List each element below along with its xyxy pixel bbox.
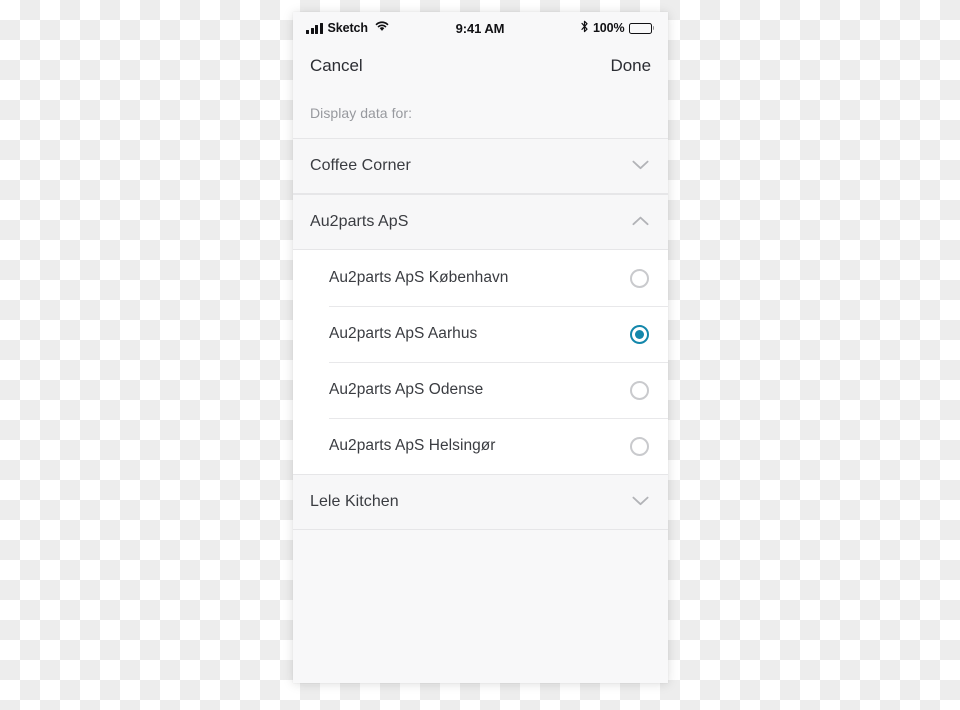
radio-button[interactable] — [630, 436, 649, 456]
list-item[interactable]: Au2parts ApS København — [293, 250, 668, 306]
canvas: Sketch 9:41 AM 100% Cancel Done Display … — [0, 0, 960, 710]
list-item[interactable]: Au2parts ApS Aarhus — [293, 306, 668, 362]
done-button[interactable]: Done — [611, 56, 652, 76]
group-label: Lele Kitchen — [310, 493, 399, 510]
radio-button-selected[interactable] — [630, 324, 649, 344]
suboption-label: Au2parts ApS Helsingør — [329, 437, 496, 454]
organization-list: Coffee Corner Au2parts ApS Au2parts ApS … — [293, 138, 668, 683]
bluetooth-icon — [580, 20, 589, 36]
chevron-down-icon[interactable] — [632, 157, 649, 175]
chevron-down-icon[interactable] — [632, 493, 649, 511]
suboption-label: Au2parts ApS Aarhus — [329, 325, 478, 342]
group-row-lele-kitchen[interactable]: Lele Kitchen — [293, 474, 668, 530]
battery-percent-label: 100% — [592, 21, 625, 35]
list-item[interactable]: Au2parts ApS Helsingør — [293, 418, 668, 474]
signal-bars-icon — [306, 22, 323, 34]
phone-screen: Sketch 9:41 AM 100% Cancel Done Display … — [293, 12, 668, 683]
group-row-au2parts-aps[interactable]: Au2parts ApS — [293, 194, 668, 250]
group-label: Au2parts ApS — [310, 213, 409, 230]
subtitle-row: Display data for: — [293, 88, 668, 138]
status-bar-left: Sketch — [306, 21, 456, 35]
group-label: Coffee Corner — [310, 157, 411, 174]
status-bar-right: 100% — [504, 20, 655, 36]
nav-bar: Cancel Done — [293, 44, 668, 88]
list-item[interactable]: Au2parts ApS Odense — [293, 362, 668, 418]
suboption-label: Au2parts ApS Odense — [329, 381, 484, 398]
cancel-button[interactable]: Cancel — [310, 56, 363, 76]
status-bar-time: 9:41 AM — [455, 20, 505, 36]
suboption-label: Au2parts ApS København — [329, 269, 509, 286]
radio-button[interactable] — [630, 268, 649, 288]
radio-button[interactable] — [630, 380, 649, 400]
display-data-for-label: Display data for: — [310, 105, 413, 121]
group-row-coffee-corner[interactable]: Coffee Corner — [293, 138, 668, 194]
suboption-list-au2parts-aps: Au2parts ApS København Au2parts ApS Aarh… — [293, 250, 668, 474]
battery-full-icon — [628, 22, 655, 34]
status-bar: Sketch 9:41 AM 100% — [293, 12, 668, 44]
chevron-up-icon[interactable] — [632, 213, 649, 231]
wifi-icon — [375, 21, 389, 35]
carrier-label: Sketch — [327, 21, 369, 35]
